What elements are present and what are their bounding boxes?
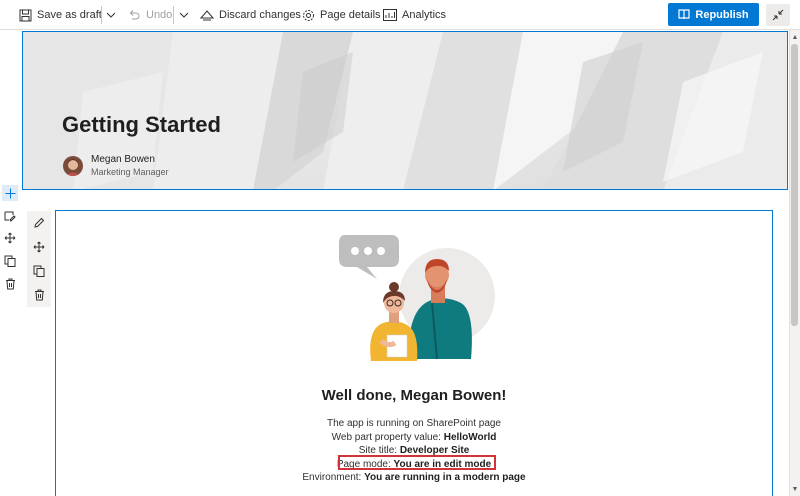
discard-changes-label: Discard changes: [219, 9, 301, 21]
discard-changes-button[interactable]: Discard changes: [200, 0, 301, 30]
edit-section-icon: [4, 210, 16, 222]
add-section-button[interactable]: [2, 185, 18, 201]
page-details-label: Page details: [320, 9, 381, 21]
command-bar: Save as draft Undo Discard changes Page …: [0, 0, 800, 30]
chevron-down-icon[interactable]: [104, 8, 118, 22]
collapse-icon: [772, 9, 784, 21]
duplicate-icon: [4, 255, 16, 267]
page-title[interactable]: Getting Started: [62, 112, 221, 138]
move-icon: [4, 232, 16, 244]
edit-section-button[interactable]: [2, 208, 18, 224]
undo-label: Undo: [146, 9, 173, 21]
property-value-label: Web part property value:: [331, 432, 444, 443]
scroll-down-arrow[interactable]: ▼: [790, 484, 800, 494]
chevron-down-icon[interactable]: [177, 8, 191, 22]
add-icon: [5, 188, 16, 199]
environment-label: Environment:: [302, 472, 365, 483]
scroll-up-arrow[interactable]: ▲: [790, 32, 800, 42]
analytics-button[interactable]: Analytics: [383, 0, 446, 30]
collapse-button[interactable]: [766, 4, 790, 26]
welcome-illustration: [339, 235, 495, 361]
save-icon: [18, 8, 32, 22]
save-as-draft-button[interactable]: Save as draft: [18, 0, 102, 30]
webpart-toolbar: [27, 211, 51, 307]
avatar: [63, 156, 83, 176]
republish-label: Republish: [695, 8, 749, 21]
author-block: Megan Bowen Marketing Manager: [63, 154, 169, 178]
property-value: HelloWorld: [443, 432, 497, 443]
author-name: Megan Bowen: [91, 154, 155, 165]
republish-button[interactable]: Republish: [668, 3, 759, 26]
environment-line: Environment: You are running in a modern…: [56, 472, 772, 483]
delete-webpart-button[interactable]: [32, 288, 46, 302]
welcome-heading: Well done, Megan Bowen!: [321, 387, 507, 404]
scrollbar-thumb[interactable]: [791, 44, 798, 326]
discard-icon: [200, 8, 214, 22]
move-section-button[interactable]: [2, 230, 18, 246]
move-webpart-button[interactable]: [32, 240, 46, 254]
page-mode-highlight: [338, 455, 496, 470]
delete-section-button[interactable]: [2, 276, 18, 292]
duplicate-section-button[interactable]: [2, 253, 18, 269]
analytics-icon: [383, 8, 397, 22]
title-banner[interactable]: Getting Started Megan Bowen Marketing Ma…: [22, 31, 788, 190]
undo-icon: [127, 8, 141, 22]
duplicate-webpart-button[interactable]: [32, 264, 46, 278]
delete-icon: [5, 278, 16, 290]
undo-button[interactable]: Undo: [127, 0, 172, 30]
property-value-line: Web part property value: HelloWorld: [56, 432, 772, 443]
environment-value: You are running in a modern page: [364, 472, 526, 483]
author-role: Marketing Manager: [91, 167, 169, 177]
gear-icon: [301, 8, 315, 22]
running-on-text: The app is running on SharePoint page: [326, 418, 501, 429]
divider: [173, 6, 174, 24]
save-as-draft-label: Save as draft: [37, 9, 102, 21]
duplicate-icon: [33, 265, 45, 277]
analytics-label: Analytics: [402, 9, 447, 21]
divider: [101, 6, 102, 24]
edit-icon: [33, 217, 45, 229]
republish-icon: [678, 9, 691, 20]
hello-world-webpart[interactable]: Well done, Megan Bowen! The app is runni…: [55, 210, 773, 496]
move-icon: [33, 241, 45, 253]
page-details-button[interactable]: Page details: [301, 0, 381, 30]
edit-webpart-button[interactable]: [32, 216, 46, 230]
delete-icon: [34, 289, 45, 301]
